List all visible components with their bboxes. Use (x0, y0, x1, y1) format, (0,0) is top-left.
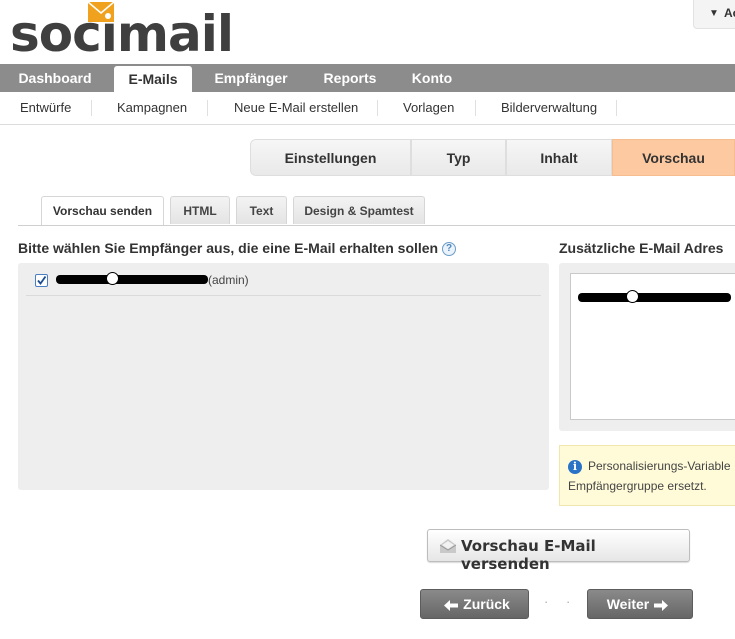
preview-tabs: Vorschau senden HTML Text Design & Spamt… (18, 196, 735, 226)
additional-emails-panel (559, 263, 735, 431)
tab-html[interactable]: HTML (170, 196, 230, 224)
socimail-logo[interactable]: socimail (10, 5, 234, 63)
redacted-email (56, 275, 208, 284)
send-preview-label: Vorschau E-Mail versenden (461, 537, 596, 573)
nav-tab-reports[interactable]: Reports (312, 64, 388, 92)
subnav-divider (377, 100, 378, 116)
main-nav: Dashboard E-Mails Empfänger Reports Kont… (0, 64, 735, 92)
recipient-row[interactable]: (admin) (18, 263, 549, 295)
additional-emails-heading: Zusätzliche E-Mail Adres (559, 240, 724, 256)
subnav-bilderverwaltung[interactable]: Bilderverwaltung (501, 92, 597, 124)
arrow-left-icon (444, 599, 459, 611)
subnav-divider (207, 100, 208, 116)
next-label: Weiter (606, 596, 650, 612)
arrow-right-icon (654, 599, 669, 611)
subnav-entwuerfe[interactable]: Entwürfe (20, 92, 71, 124)
wizard-steps: Einstellungen Typ Inhalt Vorschau (250, 139, 735, 176)
info-text-line1: Personalisierungs-Variable (588, 459, 731, 473)
redacted-email (578, 293, 731, 302)
nav-tab-dashboard[interactable]: Dashboard (8, 64, 102, 92)
redacted-at-sign (106, 272, 119, 285)
info-icon: i (568, 460, 582, 474)
help-icon[interactable]: ? (442, 242, 457, 257)
row-divider (26, 295, 541, 296)
sub-nav: Entwürfe Kampagnen Neue E-Mail erstellen… (0, 92, 735, 125)
recipient-role: (admin) (208, 273, 249, 287)
send-preview-button[interactable]: Vorschau E-Mail versenden (427, 529, 690, 573)
account-menu[interactable]: ▼ Ac (693, 0, 735, 29)
subnav-vorlagen[interactable]: Vorlagen (403, 92, 454, 124)
info-text-line2: Empfängergruppe ersetzt. (568, 479, 707, 493)
step-typ[interactable]: Typ (411, 139, 506, 176)
tab-design-spamtest[interactable]: Design & Spamtest (293, 196, 425, 224)
logo-text: socimail (10, 5, 234, 63)
recipients-heading: Bitte wählen Sie Empfänger aus, die eine… (18, 240, 457, 257)
envelope-icon (88, 2, 114, 22)
tab-text[interactable]: Text (236, 196, 287, 224)
subnav-divider (91, 100, 92, 116)
nav-tab-emails[interactable]: E-Mails (114, 66, 192, 92)
tab-vorschau-senden[interactable]: Vorschau senden (41, 196, 164, 225)
step-inhalt[interactable]: Inhalt (506, 139, 612, 176)
back-label: Zurück (463, 596, 510, 612)
subnav-divider (475, 100, 476, 116)
checkmark-icon (37, 275, 47, 285)
account-label: Ac (724, 6, 735, 20)
step-einstellungen[interactable]: Einstellungen (250, 139, 411, 176)
next-button[interactable]: Weiter (587, 589, 693, 619)
info-box: i Personalisierungs-Variable Empfängergr… (559, 445, 735, 506)
caret-down-icon: ▼ (709, 8, 719, 19)
back-button[interactable]: Zurück (420, 589, 529, 619)
step-vorschau[interactable]: Vorschau (612, 139, 735, 176)
envelope-open-icon (440, 539, 456, 553)
subnav-neue-email[interactable]: Neue E-Mail erstellen (234, 92, 358, 124)
subnav-kampagnen[interactable]: Kampagnen (117, 92, 187, 124)
subnav-divider (616, 100, 617, 116)
redacted-at-sign (626, 290, 639, 303)
nav-tab-konto[interactable]: Konto (401, 64, 463, 92)
recipients-panel: (admin) (18, 263, 549, 490)
recipient-checkbox[interactable] (35, 274, 48, 287)
nav-tab-empfaenger[interactable]: Empfänger (204, 64, 298, 92)
additional-emails-textarea[interactable] (570, 273, 735, 420)
recipients-heading-text: Bitte wählen Sie Empfänger aus, die eine… (18, 240, 439, 256)
